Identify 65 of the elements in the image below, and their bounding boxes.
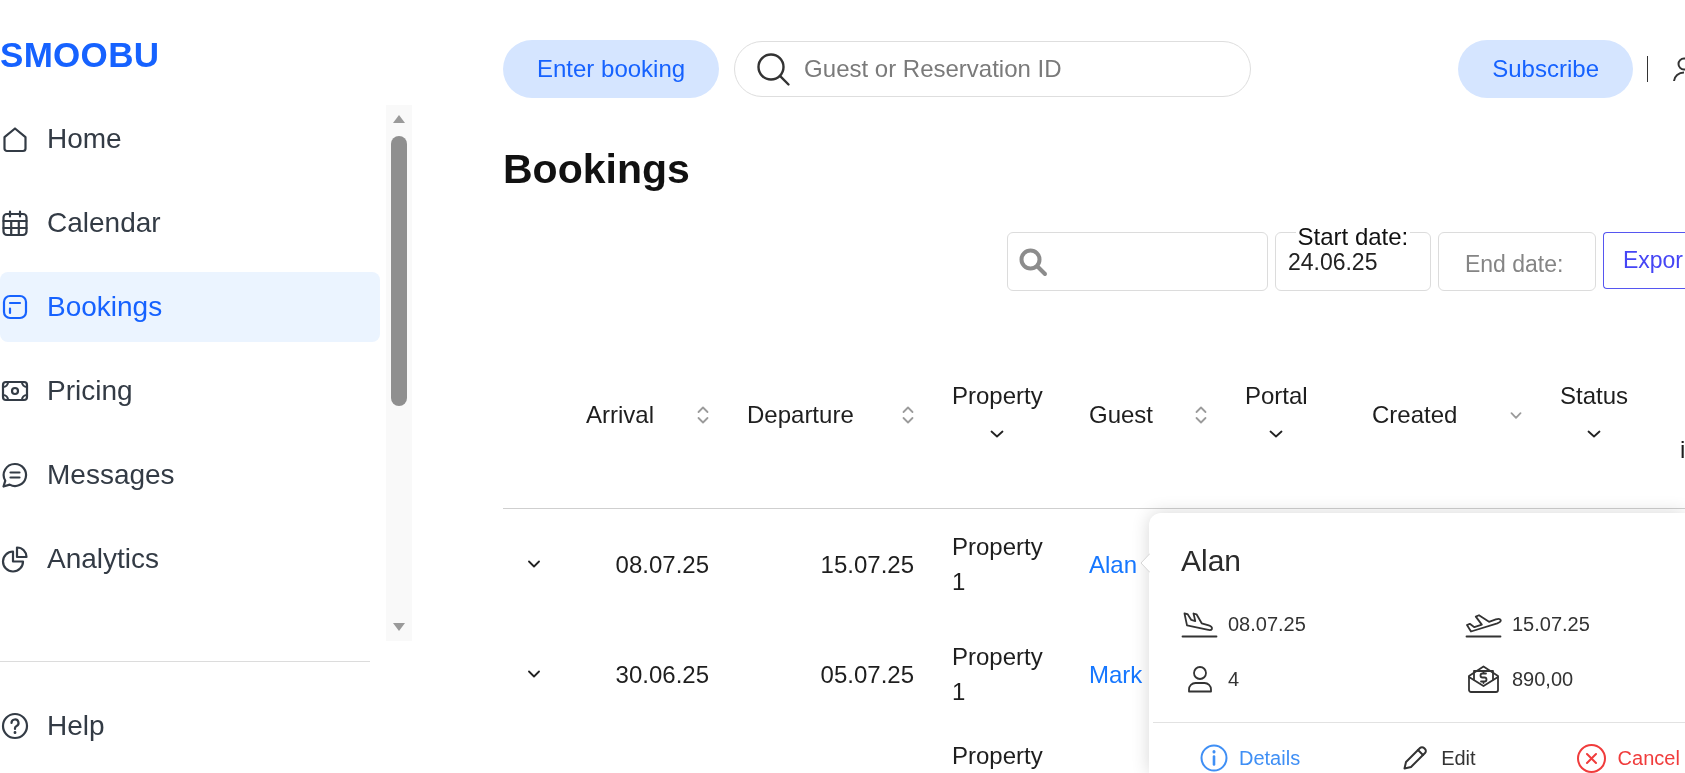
money-envelope-icon [1466, 664, 1501, 694]
sort-icon [902, 404, 914, 426]
pie-chart-icon [0, 544, 30, 574]
edit-button[interactable]: Edit [1400, 743, 1476, 773]
table-cell-text: 30.06.25 [614, 659, 710, 690]
guest-count: 4 [1228, 667, 1240, 691]
nav-item[interactable]: Analytics [0, 524, 380, 594]
table-cell-text: 15.07.25 [819, 549, 915, 580]
scroll-up-icon[interactable] [393, 115, 405, 123]
document-icon [0, 292, 30, 322]
sort-icon [1195, 404, 1207, 426]
table-cell-text: Property 1 [951, 532, 1044, 597]
chevron-down-icon [990, 430, 1005, 438]
chevron-down-icon [1510, 411, 1522, 419]
nav-item[interactable]: Help [0, 691, 412, 761]
guest-link[interactable]: Mark [1089, 656, 1143, 692]
table-cell-text: 08.07.25 [614, 549, 710, 580]
subscribe-button[interactable]: Subscribe [1458, 40, 1633, 98]
chevron-down-icon[interactable] [528, 670, 540, 678]
scrollbar[interactable] [386, 105, 412, 641]
landing-plane-icon [1181, 610, 1218, 638]
x-circle-icon [1575, 742, 1607, 773]
column-header[interactable]: Arrival [572, 396, 733, 434]
calendar-icon [0, 208, 30, 238]
column-header[interactable]: Created [1358, 396, 1546, 434]
search-field[interactable] [1006, 232, 1268, 291]
departure-date: 15.07.25 [1512, 612, 1590, 636]
start-date-field[interactable]: Start date: 24.06.25 [1274, 226, 1431, 291]
nav-item[interactable]: Pricing [0, 356, 380, 426]
cancel-button[interactable]: Cancel [1575, 742, 1680, 773]
user-icon[interactable] [1672, 56, 1685, 82]
chevron-down-icon[interactable] [528, 560, 540, 568]
column-header[interactable]: Portal [1245, 377, 1308, 453]
nav-item[interactable]: Home [0, 104, 380, 174]
column-header[interactable]: Status [1560, 377, 1629, 453]
column-header: i [1679, 435, 1685, 465]
nav-item[interactable]: Calendar [0, 188, 380, 258]
export-button[interactable]: Expor [1602, 232, 1685, 289]
scrollbar-thumb[interactable] [391, 136, 407, 406]
table-cell-text: 05.07.25 [819, 659, 915, 690]
chat-bubble-icon [0, 460, 30, 490]
chevron-down-icon [1587, 430, 1601, 438]
scroll-down-icon[interactable] [393, 623, 405, 631]
nav-item[interactable]: Messages [0, 440, 380, 510]
arrival-date: 08.07.25 [1228, 612, 1306, 636]
nav-item[interactable]: Bookings [0, 272, 380, 342]
info-icon [1200, 744, 1228, 772]
chevron-down-icon [1269, 430, 1284, 438]
price: 890,00 [1512, 667, 1574, 691]
column-header[interactable]: Property [952, 377, 1043, 453]
sort-icon [697, 404, 709, 426]
logo[interactable]: SMOOBU [0, 35, 160, 75]
table-cell-text: Property [951, 741, 1044, 771]
person-icon [1186, 665, 1213, 693]
column-header[interactable]: Departure [733, 396, 938, 434]
table-cell-text: Property 1 [951, 642, 1044, 707]
end-date-field[interactable]: End date: [1437, 226, 1596, 291]
column-header[interactable]: Guest [1075, 396, 1231, 434]
guest-name: Alan [1181, 543, 1242, 579]
search-icon [1017, 246, 1048, 277]
search-icon [756, 51, 792, 87]
enter-booking-button[interactable]: Enter booking [503, 40, 720, 98]
page-title: Bookings [503, 145, 690, 193]
help-icon [0, 711, 30, 741]
guest-link[interactable]: Alan [1089, 546, 1138, 582]
